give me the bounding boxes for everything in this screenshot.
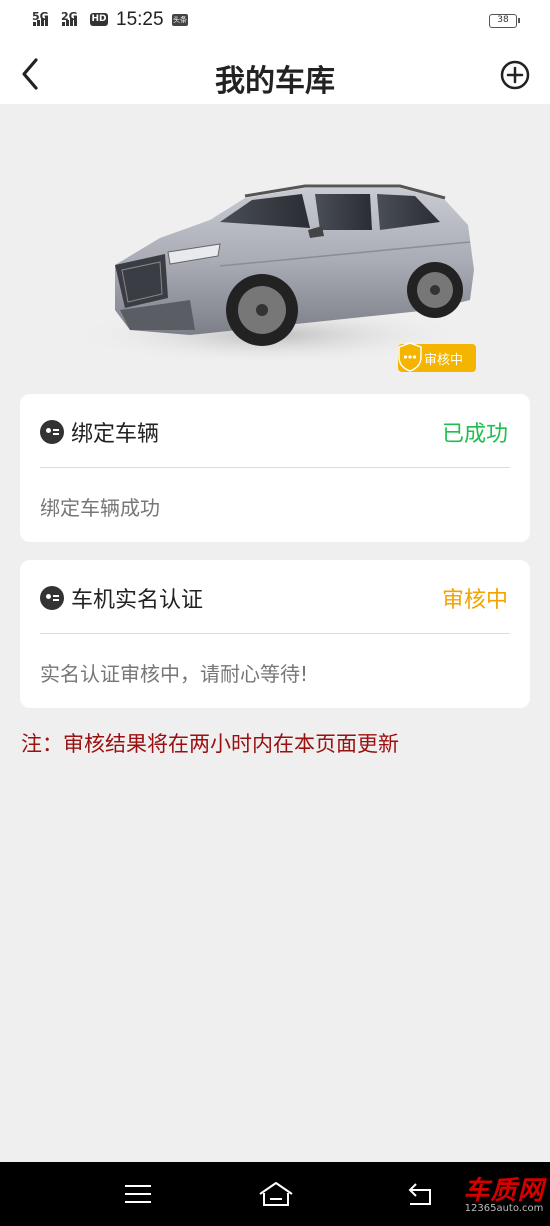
status-pending: 审核中 [441, 588, 508, 613]
plus-circle-icon [500, 60, 530, 90]
card-description: 绑定车辆成功 [40, 496, 160, 520]
card-title: 车机实名认证 [71, 588, 204, 613]
shield-icon [398, 342, 422, 372]
battery-icon: 38 [489, 14, 520, 28]
review-note: 注：审核结果将在两小时内在本页面更新 [21, 732, 399, 756]
divider [40, 633, 510, 634]
id-card-icon [40, 420, 64, 444]
badge-label: 审核中 [424, 352, 464, 368]
review-status-badge: 审核中 [398, 342, 476, 372]
back-icon[interactable] [402, 1180, 438, 1208]
card-description: 实名认证审核中，请耐心等待! [40, 662, 309, 686]
hd-icon: HD [90, 13, 108, 26]
signal-bars-icon [33, 16, 48, 26]
nav-header: 我的车库 [0, 44, 550, 104]
signal-bars-icon [62, 16, 77, 26]
card-title: 绑定车辆 [71, 422, 160, 447]
app-notification-icon: 头条 [172, 14, 188, 26]
divider [40, 467, 510, 468]
watermark-logo: 车质网 12365auto.com [458, 1170, 550, 1214]
status-success: 已成功 [441, 422, 508, 447]
id-card-icon [40, 586, 64, 610]
status-bar: 5G 2G HD 15:25 头条 38 [0, 0, 550, 44]
page-title: 我的车库 [215, 64, 335, 99]
watermark-url: 12365auto.com [464, 1203, 544, 1214]
clock: 15:25 [116, 9, 164, 30]
bind-vehicle-card[interactable]: 绑定车辆 已成功 绑定车辆成功 [20, 394, 530, 542]
add-vehicle-button[interactable] [498, 58, 532, 92]
menu-icon[interactable] [122, 1182, 154, 1206]
watermark-name: 车质网 [463, 1176, 545, 1206]
home-icon[interactable] [256, 1180, 296, 1208]
real-name-auth-card[interactable]: 车机实名认证 审核中 实名认证审核中，请耐心等待! [20, 560, 530, 708]
